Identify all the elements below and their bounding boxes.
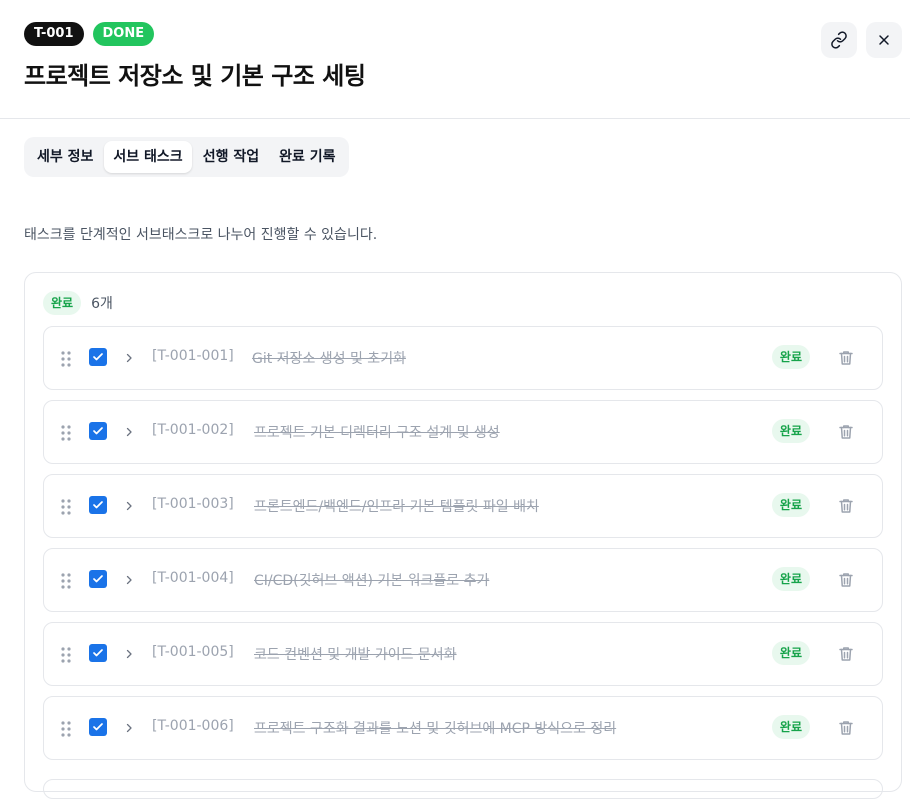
trash-icon[interactable] <box>837 422 855 442</box>
subtask-group-done: 완료 6개 [T-001-001] Git 저장소 생성 및 초기화 완료 [T… <box>24 272 902 799</box>
page-title: 프로젝트 저장소 및 기본 구조 세팅 <box>24 62 366 90</box>
trash-icon[interactable] <box>837 718 855 738</box>
drag-handle-icon[interactable] <box>61 425 71 441</box>
subtask-id: [T-001-003] <box>152 496 234 512</box>
chevron-right-icon[interactable] <box>123 648 135 660</box>
tab-bar: 세부 정보 서브 태스크 선행 작업 완료 기록 <box>24 137 349 177</box>
checkmark-icon <box>93 649 103 657</box>
subtask-title: CI/CD(깃허브 액션) 기본 워크플로 추가 <box>254 573 490 589</box>
subtask-status-pill: 완료 <box>771 493 810 517</box>
subtask-checkbox[interactable] <box>89 422 107 440</box>
tab-completion-log[interactable]: 완료 기록 <box>270 141 344 173</box>
subtask-checkbox[interactable] <box>89 496 107 514</box>
close-button[interactable] <box>866 22 902 58</box>
chevron-right-icon[interactable] <box>123 352 135 364</box>
trash-icon[interactable] <box>837 570 855 590</box>
drag-handle-icon[interactable] <box>61 573 71 589</box>
subtask-status-pill: 완료 <box>771 641 810 665</box>
checkmark-icon <box>93 427 103 435</box>
subtask-checkbox[interactable] <box>89 644 107 662</box>
subtask-row-4[interactable]: [T-001-004] CI/CD(깃허브 액션) 기본 워크플로 추가 완료 <box>43 548 883 612</box>
status-badge: DONE <box>92 22 155 46</box>
checkmark-icon <box>93 501 103 509</box>
subtask-checkbox[interactable] <box>89 348 107 366</box>
subtask-title: 프로젝트 구조화 결과를 노션 및 깃허브에 MCP 방식으로 정리 <box>254 721 617 737</box>
subtask-id: [T-001-001] <box>152 348 234 364</box>
chevron-right-icon[interactable] <box>123 500 135 512</box>
drag-handle-icon[interactable] <box>61 721 71 737</box>
subtask-row-6[interactable]: [T-001-006] 프로젝트 구조화 결과를 노션 및 깃허브에 MCP 방… <box>43 696 883 760</box>
drag-handle-icon[interactable] <box>61 499 71 515</box>
drag-handle-icon[interactable] <box>61 351 71 367</box>
chevron-right-icon[interactable] <box>123 574 135 586</box>
tab-subtasks[interactable]: 서브 태스크 <box>104 141 192 173</box>
subtask-id: [T-001-004] <box>152 570 234 586</box>
checkmark-icon <box>93 353 103 361</box>
trash-icon[interactable] <box>837 496 855 516</box>
chevron-right-icon[interactable] <box>123 722 135 734</box>
subtask-row-2[interactable]: [T-001-002] 프로젝트 기본 디렉터리 구조 설계 및 생성 완료 <box>43 400 883 464</box>
close-icon <box>879 35 889 45</box>
chevron-right-icon[interactable] <box>123 426 135 438</box>
tab-details[interactable]: 세부 정보 <box>28 141 102 173</box>
trash-icon[interactable] <box>837 644 855 664</box>
subtask-title: 코드 컨벤션 및 개발 가이드 문서화 <box>254 647 457 663</box>
subtask-title: 프로젝트 기본 디렉터리 구조 설계 및 생성 <box>254 425 500 441</box>
panel-header: T-001 DONE 프로젝트 저장소 및 기본 구조 세팅 <box>0 0 910 119</box>
subtask-status-pill: 완료 <box>771 715 810 739</box>
subtask-id: [T-001-006] <box>152 718 234 734</box>
task-id-badge: T-001 <box>24 22 84 46</box>
subtask-status-pill: 완료 <box>771 345 810 369</box>
subtask-row-1[interactable]: [T-001-001] Git 저장소 생성 및 초기화 완료 <box>43 326 883 390</box>
subtask-checkbox[interactable] <box>89 570 107 588</box>
subtask-id: [T-001-002] <box>152 422 234 438</box>
trash-icon[interactable] <box>837 348 855 368</box>
group-count: 6개 <box>91 296 113 312</box>
subtask-row-5[interactable]: [T-001-005] 코드 컨벤션 및 개발 가이드 문서화 완료 <box>43 622 883 686</box>
header-badges: T-001 DONE <box>24 22 155 46</box>
group-status-pill: 완료 <box>43 291 82 315</box>
subtask-checkbox[interactable] <box>89 718 107 736</box>
subtask-status-pill: 완료 <box>771 567 810 591</box>
tab-prerequisites[interactable]: 선행 작업 <box>194 141 268 173</box>
group-header: 완료 6개 <box>43 291 113 315</box>
copy-link-button[interactable] <box>821 22 857 58</box>
subtask-title: Git 저장소 생성 및 초기화 <box>252 351 406 367</box>
checkmark-icon <box>93 723 103 731</box>
subtask-status-pill: 완료 <box>771 419 810 443</box>
link-icon <box>831 31 847 49</box>
subtask-id: [T-001-005] <box>152 644 234 660</box>
subtask-row-3[interactable]: [T-001-003] 프론트엔드/백엔드/인프라 기본 템플릿 파일 배치 완… <box>43 474 883 538</box>
checkmark-icon <box>93 575 103 583</box>
subtask-title: 프론트엔드/백엔드/인프라 기본 템플릿 파일 배치 <box>254 499 539 515</box>
subtask-description: 태스크를 단계적인 서브태스크로 나누어 진행할 수 있습니다. <box>24 227 378 243</box>
next-group-edge <box>43 779 883 799</box>
drag-handle-icon[interactable] <box>61 647 71 663</box>
